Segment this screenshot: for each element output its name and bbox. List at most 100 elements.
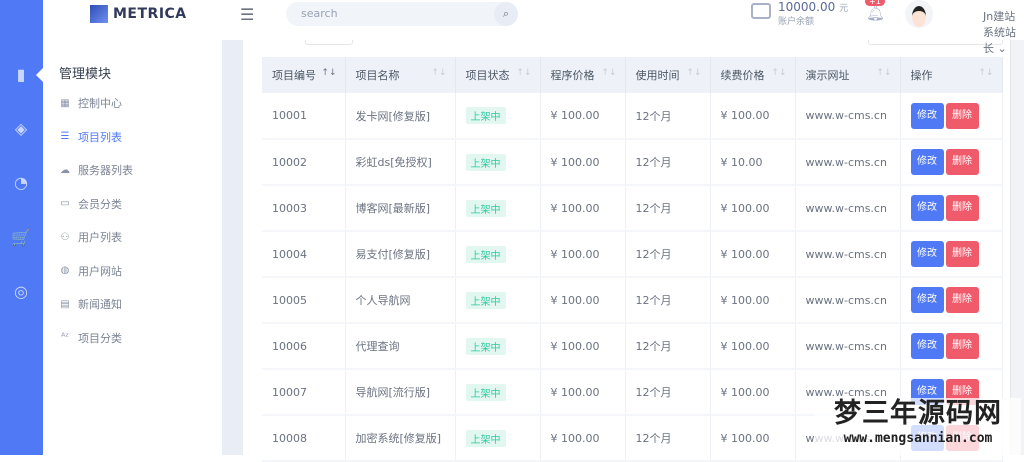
menu-toggle-icon[interactable]: ☰ (240, 5, 254, 24)
table-cell: 易支付[修复版] (345, 231, 456, 278)
table-row: 10001 发卡网[修复版] 上架中 ¥ 100.00 12个月 ¥ 100.00 www.… (262, 93, 1003, 140)
column-header[interactable]: 使用时间 ↑↓ (625, 57, 711, 93)
table-cell: ¥ 100.00 (710, 231, 796, 278)
sort-icon[interactable]: ↑↓ (601, 68, 616, 78)
edit-button[interactable]: 修改 (910, 102, 944, 129)
edit-button[interactable]: 修改 (910, 195, 944, 221)
table-cell: 12个月 (625, 369, 711, 416)
submenu-item[interactable]: ▤ 新闻通知 (59, 296, 122, 312)
cell-value: www.w-cms.cn (805, 339, 887, 353)
submenu-item-label: 控制中心 (78, 97, 122, 110)
table-cell: 博客网[最新版] (345, 185, 456, 232)
search-icon[interactable]: ⌕ (494, 2, 518, 26)
table-cell: ¥ 100.00 (540, 231, 626, 278)
sort-icon[interactable]: ↑↓ (686, 68, 701, 78)
submenu-item[interactable]: ⚇ 用户列表 (59, 229, 122, 245)
cell-value: 10002 (272, 155, 307, 169)
sort-icon[interactable]: ↑↓ (771, 68, 786, 78)
brand-name: METRICA (113, 6, 187, 22)
table-cell: 12个月 (625, 139, 711, 186)
cell-value: 导航网[流行版] (355, 386, 431, 399)
edit-button[interactable]: 修改 (910, 287, 944, 313)
column-header-label: 程序价格 (550, 69, 595, 82)
table-cell: 个人导航网 (345, 277, 456, 324)
submenu-item[interactable]: ᴬᶻ 项目分类 (59, 330, 122, 346)
submenu-item-label: 用户网站 (78, 264, 122, 278)
column-header[interactable]: 项目名称 ↑↓ (345, 57, 456, 93)
cell-value: 10007 (272, 385, 307, 399)
user-menu[interactable]: Jn建站系统站长 ⌄ (983, 8, 1024, 56)
table-cell: 10004 (262, 231, 346, 278)
submenu-item-label: 项目列表 (78, 130, 122, 144)
submenu-item[interactable]: ☁ 服务器列表 (59, 162, 133, 178)
column-header[interactable]: 项目状态 ↑↓ (455, 57, 541, 93)
column-header-label: 续费价格 (720, 69, 765, 82)
sort-icon[interactable]: ↑↓ (876, 68, 891, 78)
cart-icon[interactable]: 🛒 (8, 227, 34, 249)
cell-value: ¥ 100.00 (720, 431, 770, 445)
bell-icon[interactable]: 🔔︎ (866, 4, 885, 22)
column-header[interactable]: 项目编号 ↑↓ (262, 57, 346, 93)
edit-button[interactable]: 修改 (910, 241, 944, 267)
table-cell: ¥ 100.00 (710, 323, 796, 370)
table-cell: 上架中 (455, 369, 541, 416)
pie-chart-icon[interactable]: ◔ (8, 172, 34, 194)
table-cell: ¥ 100.00 (540, 277, 626, 324)
table-cell: ¥ 100.00 (710, 369, 796, 416)
actions-cell: 修改删除 (900, 185, 1003, 232)
column-header[interactable]: 程序价格 ↑↓ (540, 57, 626, 93)
delete-button[interactable]: 删除 (945, 195, 979, 221)
column-header[interactable]: 续费价格 ↑↓ (710, 57, 796, 93)
submenu-item[interactable]: ☰ 项目列表 (59, 129, 122, 145)
table-cell: 上架中 (455, 323, 541, 370)
sort-icon[interactable]: ↑↓ (978, 68, 993, 78)
scrollbar[interactable] (1010, 40, 1024, 455)
sort-icon[interactable]: ↑↓ (321, 68, 336, 78)
delete-button[interactable]: 删除 (945, 241, 979, 267)
grid-icon: ▦ (60, 97, 70, 109)
table-cell: 12个月 (625, 93, 711, 140)
cell-value: ¥ 100.00 (720, 385, 770, 399)
planet-icon[interactable]: ◎ (8, 281, 34, 303)
table-cell: 彩虹ds[免授权] (345, 139, 456, 186)
submenu-item[interactable]: ▭ 会员分类 (59, 196, 122, 212)
cell-value: ¥ 100.00 (550, 293, 600, 307)
column-header[interactable]: 演示网址 ↑↓ (795, 57, 901, 93)
submenu-item[interactable]: ▦ 控制中心 (59, 95, 122, 111)
cell-value: 12个月 (635, 202, 672, 215)
table-cell: 12个月 (625, 185, 711, 232)
layers-icon[interactable]: ◈ (8, 118, 34, 140)
edit-button[interactable]: 修改 (910, 333, 944, 359)
cell-value: ¥ 100.00 (720, 109, 770, 122)
search-input[interactable]: search ⌕ (286, 2, 518, 26)
column-header[interactable]: 操作 ↑↓ (900, 57, 1003, 93)
page-size-select[interactable] (305, 40, 353, 45)
delete-button[interactable]: 删除 (945, 102, 979, 129)
document-icon: ▤ (60, 298, 70, 310)
cell-value: 12个月 (635, 386, 672, 399)
submenu-item-label: 用户列表 (78, 231, 122, 244)
cell-value: ¥ 100.00 (550, 247, 600, 261)
table-cell: ¥ 100.00 (710, 185, 796, 232)
logo[interactable]: METRICA (90, 5, 187, 23)
column-header-label: 项目名称 (355, 69, 400, 82)
delete-button[interactable]: 删除 (945, 333, 979, 359)
table-cell: ¥ 100.00 (540, 369, 626, 416)
edit-button[interactable]: 修改 (910, 149, 944, 175)
sort-icon[interactable]: ↑↓ (431, 68, 446, 78)
content-gutter (222, 40, 243, 455)
cell-value: 10004 (272, 247, 307, 261)
cloud-icon: ☁ (60, 164, 70, 176)
bar-chart-icon[interactable]: ▮ (8, 64, 34, 86)
logo-mark-icon (90, 5, 108, 23)
table-cell: ¥ 100.00 (540, 93, 626, 140)
submenu-item[interactable]: ◍ 用户网站 (59, 263, 122, 279)
delete-button[interactable]: 删除 (945, 149, 979, 175)
table-cell: 代理查询 (345, 323, 456, 370)
cell-value: 易支付[修复版] (355, 248, 431, 261)
chevron-down-icon: ⌄ (997, 42, 1007, 55)
avatar[interactable] (905, 0, 933, 28)
delete-button[interactable]: 删除 (945, 287, 979, 313)
column-header-label: 演示网址 (805, 69, 850, 82)
sort-icon[interactable]: ↑↓ (516, 68, 531, 78)
